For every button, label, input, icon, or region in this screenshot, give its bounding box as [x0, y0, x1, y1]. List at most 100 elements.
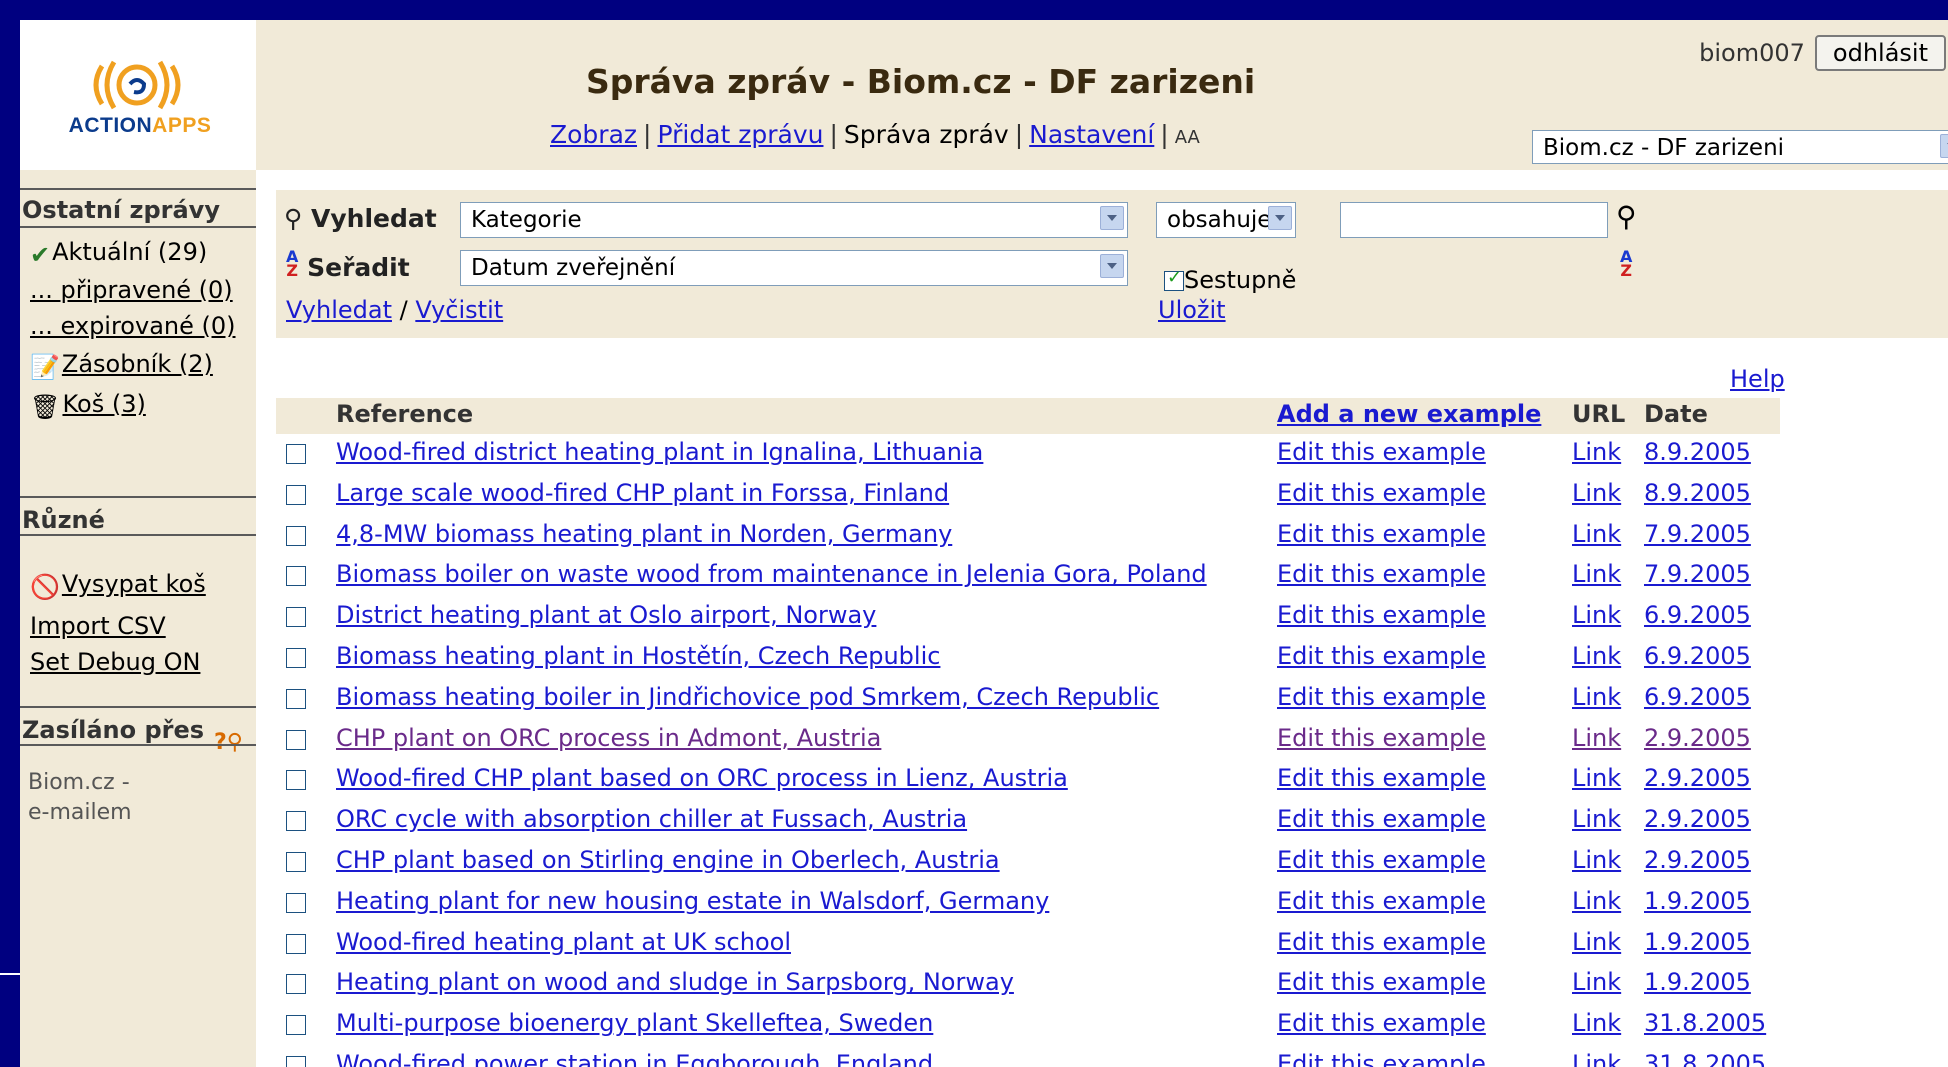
- reference-link[interactable]: CHP plant on ORC process in Admont, Aust…: [336, 724, 881, 752]
- reference-link[interactable]: Wood-fired power station in Eggborough, …: [336, 1050, 933, 1067]
- reference-link[interactable]: Biomass heating plant in Hostětín, Czech…: [336, 642, 940, 670]
- import-csv-link[interactable]: Import CSV: [30, 612, 166, 640]
- date-link[interactable]: 31.8.2005: [1644, 1050, 1766, 1067]
- sidebar-item-holding[interactable]: 📝Zásobník (2): [30, 350, 213, 381]
- date-link[interactable]: 6.9.2005: [1644, 601, 1751, 629]
- date-link[interactable]: 1.9.2005: [1644, 887, 1751, 915]
- date-link[interactable]: 31.8.2005: [1644, 1009, 1766, 1037]
- edit-example-link[interactable]: Edit this example: [1277, 520, 1486, 548]
- row-checkbox[interactable]: [286, 688, 306, 709]
- sidebar-item-expired[interactable]: ... expirované (0): [30, 312, 236, 340]
- date-link[interactable]: 2.9.2005: [1644, 805, 1751, 833]
- edit-example-link[interactable]: Edit this example: [1277, 887, 1486, 915]
- row-checkbox[interactable]: [286, 484, 306, 505]
- help-icon[interactable]: ?⚲: [214, 730, 243, 755]
- reference-link[interactable]: Wood-fired CHP plant based on ORC proces…: [336, 764, 1068, 792]
- date-link[interactable]: 2.9.2005: [1644, 724, 1751, 752]
- url-link[interactable]: Link: [1572, 1050, 1621, 1067]
- help-link[interactable]: Help: [1730, 365, 1785, 393]
- edit-example-link[interactable]: Edit this example: [1277, 438, 1486, 466]
- reference-link[interactable]: Biomass heating boiler in Jindřichovice …: [336, 683, 1159, 711]
- reference-link[interactable]: 4,8-MW biomass heating plant in Norden, …: [336, 520, 952, 548]
- reference-link[interactable]: Multi-purpose bioenergy plant Skelleftea…: [336, 1009, 933, 1037]
- slice-select[interactable]: Biom.cz - DF zarizeni: [1532, 130, 1948, 164]
- row-checkbox[interactable]: [286, 444, 306, 464]
- url-link[interactable]: Link: [1572, 846, 1621, 874]
- url-link[interactable]: Link: [1572, 1009, 1621, 1037]
- sidebar-item-trash[interactable]: 🗑Koš (3): [30, 390, 146, 421]
- edit-example-link[interactable]: Edit this example: [1277, 764, 1486, 792]
- url-link[interactable]: Link: [1572, 601, 1621, 629]
- row-checkbox[interactable]: [286, 607, 306, 628]
- nav-settings-link[interactable]: Nastavení: [1029, 120, 1154, 149]
- edit-example-link[interactable]: Edit this example: [1277, 724, 1486, 752]
- date-link[interactable]: 7.9.2005: [1644, 520, 1751, 548]
- row-checkbox[interactable]: [286, 566, 306, 587]
- edit-example-link[interactable]: Edit this example: [1277, 846, 1486, 874]
- reference-link[interactable]: Large scale wood-fired CHP plant in Fors…: [336, 479, 949, 507]
- date-link[interactable]: 1.9.2005: [1644, 968, 1751, 996]
- nav-add-link[interactable]: Přidat zprávu: [657, 120, 823, 149]
- url-link[interactable]: Link: [1572, 520, 1621, 548]
- edit-example-link[interactable]: Edit this example: [1277, 1009, 1486, 1037]
- url-link[interactable]: Link: [1572, 479, 1621, 507]
- sidebar-item-current[interactable]: ✔Aktuální (29): [30, 238, 207, 269]
- debug-link[interactable]: Set Debug ON: [30, 648, 200, 676]
- debug-label[interactable]: Set Debug ON: [30, 648, 200, 676]
- reference-link[interactable]: Heating plant for new housing estate in …: [336, 887, 1049, 915]
- empty-trash-link[interactable]: 🚫Vysypat koš: [30, 570, 206, 601]
- row-checkbox[interactable]: [286, 892, 306, 913]
- sidebar-item-holding-label[interactable]: Zásobník (2): [62, 350, 213, 378]
- save-link[interactable]: Uložit: [1158, 296, 1226, 324]
- date-link[interactable]: 2.9.2005: [1644, 846, 1751, 874]
- sort-direction-icon[interactable]: AZ: [1620, 249, 1632, 279]
- edit-example-link[interactable]: Edit this example: [1277, 479, 1486, 507]
- edit-example-link[interactable]: Edit this example: [1277, 683, 1486, 711]
- font-size-toggle[interactable]: AA: [1175, 127, 1200, 148]
- date-link[interactable]: 6.9.2005: [1644, 642, 1751, 670]
- date-link[interactable]: 8.9.2005: [1644, 479, 1751, 507]
- reference-link[interactable]: Wood-fired district heating plant in Ign…: [336, 438, 983, 466]
- sort-field-select[interactable]: Datum zveřejnění: [460, 250, 1128, 286]
- row-checkbox[interactable]: [286, 933, 306, 954]
- reference-link[interactable]: CHP plant based on Stirling engine in Ob…: [336, 846, 1000, 874]
- sidebar-item-expired-label[interactable]: ... expirované (0): [30, 312, 236, 340]
- url-link[interactable]: Link: [1572, 805, 1621, 833]
- date-link[interactable]: 6.9.2005: [1644, 683, 1751, 711]
- reference-link[interactable]: District heating plant at Oslo airport, …: [336, 601, 876, 629]
- row-checkbox[interactable]: [286, 1056, 306, 1067]
- row-checkbox[interactable]: [286, 770, 306, 791]
- edit-example-link[interactable]: Edit this example: [1277, 928, 1486, 956]
- row-checkbox[interactable]: [286, 1015, 306, 1036]
- add-example-link[interactable]: Add a new example: [1277, 400, 1541, 428]
- operator-select[interactable]: obsahuje: [1156, 202, 1296, 238]
- search-query-input[interactable]: [1340, 202, 1608, 238]
- url-link[interactable]: Link: [1572, 928, 1621, 956]
- search-field-select[interactable]: Kategorie: [460, 202, 1128, 238]
- date-link[interactable]: 8.9.2005: [1644, 438, 1751, 466]
- import-csv-label[interactable]: Import CSV: [30, 612, 166, 640]
- row-checkbox[interactable]: [286, 974, 306, 995]
- logout-button[interactable]: odhlásit: [1814, 35, 1946, 71]
- edit-example-link[interactable]: Edit this example: [1277, 601, 1486, 629]
- date-link[interactable]: 2.9.2005: [1644, 764, 1751, 792]
- reference-link[interactable]: ORC cycle with absorption chiller at Fus…: [336, 805, 967, 833]
- row-checkbox[interactable]: [286, 525, 306, 546]
- edit-example-link[interactable]: Edit this example: [1277, 642, 1486, 670]
- edit-example-link[interactable]: Edit this example: [1277, 968, 1486, 996]
- edit-example-link[interactable]: Edit this example: [1277, 1050, 1486, 1067]
- url-link[interactable]: Link: [1572, 724, 1621, 752]
- empty-trash-label[interactable]: Vysypat koš: [62, 570, 206, 598]
- url-link[interactable]: Link: [1572, 764, 1621, 792]
- descending-checkbox[interactable]: Sestupně: [1164, 266, 1296, 294]
- url-link[interactable]: Link: [1572, 683, 1621, 711]
- url-link[interactable]: Link: [1572, 887, 1621, 915]
- row-checkbox[interactable]: [286, 811, 306, 832]
- edit-example-link[interactable]: Edit this example: [1277, 560, 1486, 588]
- url-link[interactable]: Link: [1572, 642, 1621, 670]
- date-link[interactable]: 7.9.2005: [1644, 560, 1751, 588]
- row-checkbox[interactable]: [286, 648, 306, 668]
- sidebar-item-pending[interactable]: ... připravené (0): [30, 276, 233, 304]
- date-link[interactable]: 1.9.2005: [1644, 928, 1751, 956]
- row-checkbox[interactable]: [286, 852, 306, 872]
